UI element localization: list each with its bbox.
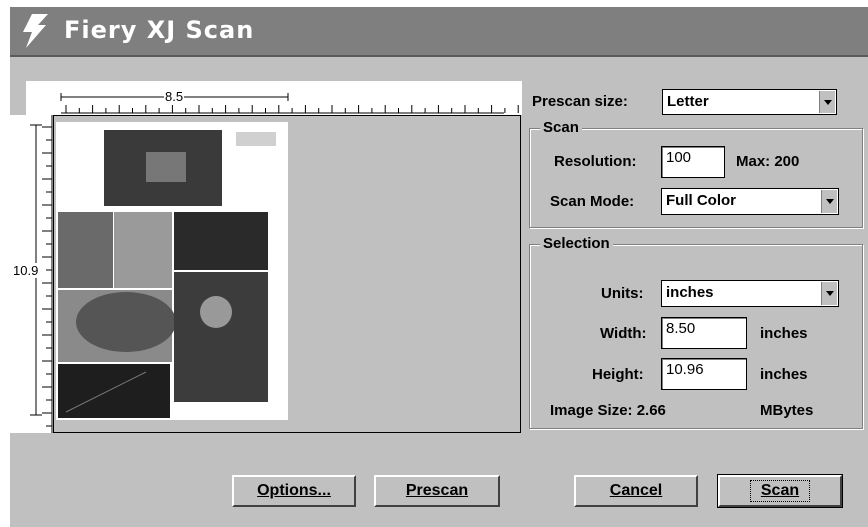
selection-group: Selection Units: inches Width: 8.50 inch… [529, 235, 863, 429]
scan-button[interactable]: Scan [717, 474, 843, 508]
prescan-size-value: Letter [667, 93, 709, 110]
units-value: inches [666, 284, 714, 301]
resolution-input[interactable]: 100 [661, 146, 725, 178]
window-title: Fiery XJ Scan [64, 16, 255, 44]
scan-mode-select[interactable]: Full Color [661, 188, 839, 215]
scan-group: Scan Resolution: 100 Max: 200 Scan Mode:… [529, 119, 863, 228]
prescan-size-label: Prescan size: [532, 93, 628, 110]
height-label: Height: [592, 366, 644, 383]
width-input[interactable]: 8.50 [661, 317, 747, 349]
scan-mode-label: Scan Mode: [550, 193, 635, 210]
units-select[interactable]: inches [661, 280, 839, 307]
horizontal-ruler: 8.5 [26, 81, 522, 115]
prescan-size-select[interactable]: Letter [662, 89, 837, 115]
scan-window: Fiery XJ Scan 8.5 10.9 Prescan size: Let… [8, 5, 868, 527]
dropdown-arrow-icon[interactable] [819, 91, 835, 113]
scan-mode-value: Full Color [666, 192, 736, 209]
resolution-max-text: Max: 200 [736, 153, 800, 170]
units-label: Units: [601, 285, 644, 302]
prescan-preview-area[interactable] [53, 115, 521, 433]
prescan-page-image [56, 122, 288, 420]
selection-group-title: Selection [540, 235, 613, 252]
scan-button-label: Scan [749, 480, 811, 502]
height-input[interactable]: 10.96 [661, 358, 747, 390]
width-unit: inches [760, 325, 808, 342]
scan-group-title: Scan [540, 119, 582, 136]
horizontal-ruler-ticks [60, 93, 519, 114]
height-unit: inches [760, 366, 808, 383]
image-size-label: Image Size: 2.66 [550, 402, 666, 419]
image-size-unit: MBytes [760, 402, 814, 419]
prescan-thumbnail [58, 130, 276, 418]
resolution-label: Resolution: [554, 153, 637, 170]
width-label: Width: [600, 325, 647, 342]
title-bar: Fiery XJ Scan [10, 7, 868, 57]
ruler-width-label: 8.5 [164, 89, 185, 104]
vertical-ruler: 10.9 [10, 115, 53, 433]
options-button[interactable]: Options... [232, 475, 356, 507]
ruler-height-label: 10.9 [12, 263, 40, 278]
prescan-button[interactable]: Prescan [374, 475, 500, 507]
lightning-bolt-icon [23, 14, 48, 48]
dropdown-arrow-icon[interactable] [821, 190, 837, 213]
dropdown-arrow-icon[interactable] [821, 282, 837, 305]
cancel-button[interactable]: Cancel [574, 475, 698, 507]
